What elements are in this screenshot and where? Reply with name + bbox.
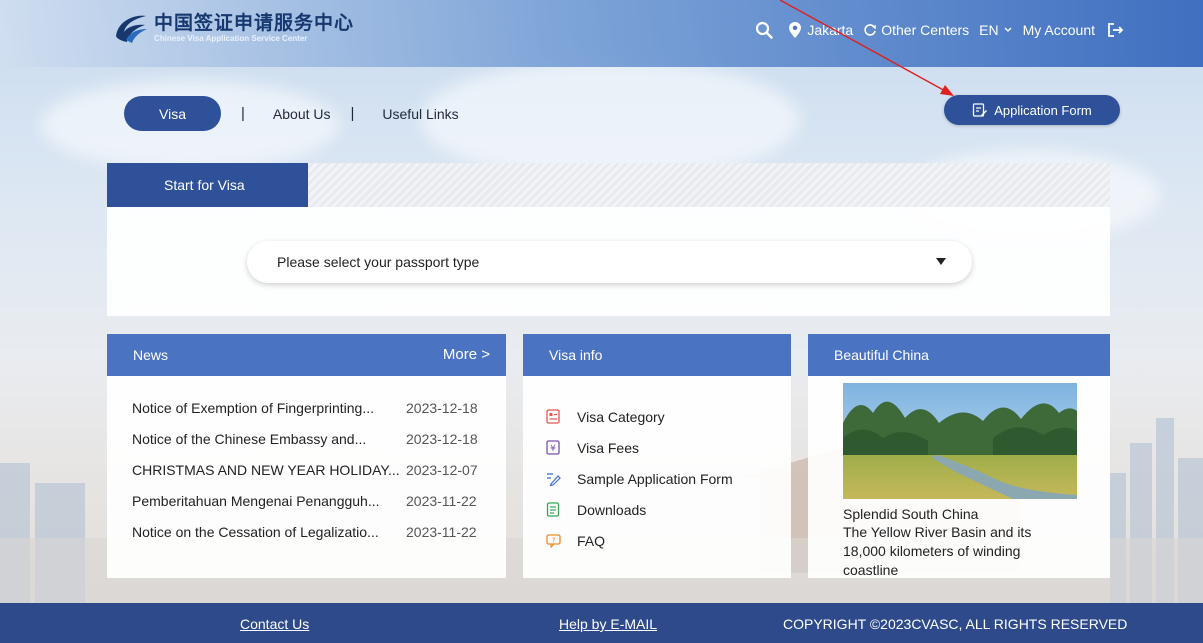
news-item-title: Notice of Exemption of Fingerprinting... [132, 400, 375, 416]
start-for-visa-panel: Start for Visa Please select your passpo… [107, 163, 1110, 316]
news-item-date: 2023-12-18 [406, 431, 478, 447]
edit-form-icon [973, 103, 988, 117]
language-label: EN [979, 22, 999, 38]
news-item-title: Notice on the Cessation of Legalizatio..… [132, 524, 379, 540]
news-more-link[interactable]: More > [443, 334, 490, 376]
site-header: 中国签证申请服务中心 Chinese Visa Application Serv… [0, 0, 1203, 67]
news-item[interactable]: CHRISTMAS AND NEW YEAR HOLIDAY... 2023-12… [132, 462, 506, 493]
passport-type-value: Please select your passport type [277, 254, 480, 270]
news-item-date: 2023-12-07 [406, 462, 478, 478]
dropdown-caret-icon [936, 258, 946, 265]
news-item[interactable]: Notice on the Cessation of Legalizatio..… [132, 524, 506, 555]
refresh-icon [864, 24, 877, 36]
tab-separator: | [241, 105, 245, 122]
news-item[interactable]: Notice of Exemption of Fingerprinting...… [132, 400, 506, 431]
china-caption-title: Splendid South China [843, 506, 979, 522]
top-nav: Jakarta Other Centers EN My Account [745, 21, 1125, 39]
beautiful-china-title: Beautiful China [834, 347, 929, 363]
chevron-down-icon [1004, 27, 1012, 32]
visa-panel-header: Start for Visa [107, 163, 1110, 207]
visa-info-label: FAQ [577, 532, 606, 549]
landscape-photo[interactable] [843, 383, 1077, 499]
tab-visa[interactable]: Visa [124, 96, 221, 131]
news-item-date: 2023-11-22 [406, 493, 477, 509]
location-pin-icon [789, 22, 802, 38]
beautiful-china-card: Beautiful China Splendid South China The… [808, 334, 1110, 578]
copyright-text: COPYRIGHT ©2023CVASC, ALL RIGHTS RESERVE… [783, 616, 1128, 632]
news-item-title: Notice of the Chinese Embassy and... [132, 431, 367, 447]
visa-panel-body: Please select your passport type [107, 207, 1110, 316]
news-item-title: CHRISTMAS AND NEW YEAR HOLIDAY... [132, 462, 400, 478]
visa-info-label: Sample Application Form [577, 470, 733, 487]
visa-info-item-faq[interactable]: ? FAQ [545, 525, 791, 556]
start-for-visa-tab[interactable]: Start for Visa [107, 163, 308, 207]
news-item-title: Pemberitahuan Mengenai Penangguh... [132, 493, 380, 509]
news-card: News More > Notice of Exemption of Finge… [107, 334, 506, 578]
language-selector[interactable]: EN [979, 22, 1012, 38]
visa-info-item-category[interactable]: Visa Category [545, 401, 791, 432]
news-title: News [133, 347, 169, 363]
visa-info-item-sample-form[interactable]: Sample Application Form [545, 463, 791, 494]
logout-icon[interactable] [1107, 22, 1125, 38]
passport-type-select[interactable]: Please select your passport type [247, 241, 972, 283]
tab-useful-links[interactable]: Useful Links [382, 106, 458, 122]
location-label: Jakarta [807, 22, 854, 38]
main-tabs: Visa | About Us | Useful Links [124, 96, 459, 131]
news-item-date: 2023-11-22 [406, 524, 477, 540]
svg-text:¥: ¥ [550, 444, 556, 454]
visa-info-card: Visa info Visa Category ¥ Visa Fees Samp… [523, 334, 791, 578]
beautiful-china-card-header: Beautiful China [808, 334, 1110, 376]
other-centers-link[interactable]: Other Centers [863, 22, 969, 38]
search-icon[interactable] [755, 21, 774, 39]
visa-info-item-downloads[interactable]: Downloads [545, 494, 791, 525]
application-form-button[interactable]: Application Form [944, 95, 1120, 125]
news-item-date: 2023-12-18 [406, 400, 478, 416]
tab-about-us[interactable]: About Us [273, 106, 331, 122]
logo-swoosh-icon [116, 15, 147, 43]
visa-info-label: Visa Category [577, 408, 665, 425]
visa-info-label: Visa Fees [577, 439, 639, 456]
tab-separator: | [350, 105, 355, 122]
other-centers-label: Other Centers [881, 22, 970, 38]
news-card-header: News More > [107, 334, 506, 376]
faq-icon: ? [545, 533, 561, 549]
logo-english-text: Chinese Visa Application Service Center [154, 34, 308, 43]
contact-us-link[interactable]: Contact Us [240, 616, 309, 632]
yen-icon: ¥ [545, 440, 561, 456]
application-form-label: Application Form [994, 102, 1092, 118]
pen-icon [545, 471, 561, 487]
news-item[interactable]: Notice of the Chinese Embassy and... 2023… [132, 431, 506, 462]
svg-text:?: ? [551, 537, 555, 545]
china-caption-description: The Yellow River Basin and its 18,000 ki… [843, 524, 1032, 578]
news-item[interactable]: Pemberitahuan Mengenai Penangguh... 2023-… [132, 493, 506, 524]
visa-info-title: Visa info [549, 347, 603, 363]
category-icon [545, 409, 561, 425]
visa-info-list: Visa Category ¥ Visa Fees Sample Applica… [523, 376, 791, 556]
document-icon [545, 502, 561, 518]
visa-info-label: Downloads [577, 501, 647, 518]
visa-info-item-fees[interactable]: ¥ Visa Fees [545, 432, 791, 463]
site-footer: Contact Us Help by E-MAIL COPYRIGHT ©202… [0, 603, 1203, 643]
site-logo[interactable]: 中国签证申请服务中心 Chinese Visa Application Serv… [112, 10, 354, 46]
logo-chinese-text: 中国签证申请服务中心 [154, 12, 355, 34]
news-list: Notice of Exemption of Fingerprinting...… [107, 376, 506, 555]
location-selector[interactable]: Jakarta [789, 22, 853, 38]
help-email-link[interactable]: Help by E-MAIL [559, 616, 657, 632]
visa-info-card-header: Visa info [523, 334, 791, 376]
my-account-link[interactable]: My Account [1023, 22, 1095, 38]
my-account-label: My Account [1022, 22, 1095, 38]
